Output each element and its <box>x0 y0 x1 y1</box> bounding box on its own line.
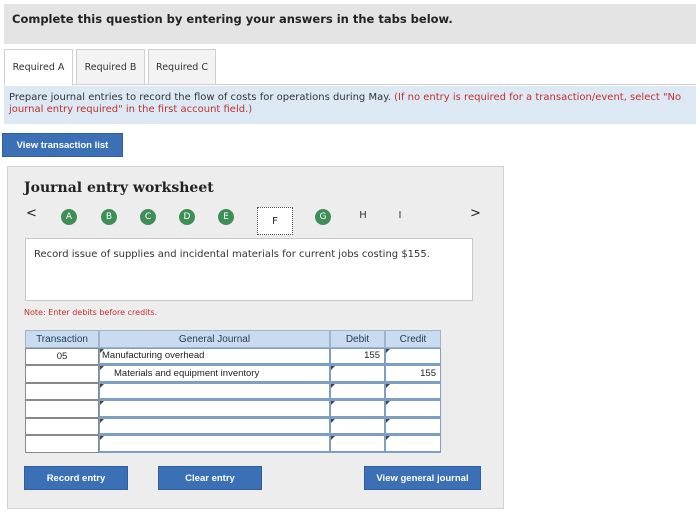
instructions-text: Prepare journal entries to record the fl… <box>9 92 693 116</box>
clear-entry-button[interactable]: Clear entry <box>158 466 262 490</box>
header-general-journal: General Journal <box>99 330 330 348</box>
instructions-main: Prepare journal entries to record the fl… <box>9 92 391 103</box>
row-4-transaction <box>25 400 99 418</box>
row-1-credit-input[interactable] <box>385 348 441 365</box>
row-2-account-select[interactable]: Materials and equipment inventory <box>99 365 330 383</box>
step-b[interactable]: B <box>101 209 117 225</box>
step-c[interactable]: C <box>140 209 156 225</box>
step-h[interactable]: H <box>357 210 369 221</box>
tab-required-b[interactable]: Required B <box>76 49 145 85</box>
row-1-transaction: 05 <box>25 348 99 365</box>
row-3-debit-input[interactable] <box>330 383 385 400</box>
row-3-account-select[interactable] <box>99 383 330 400</box>
record-entry-button[interactable]: Record entry <box>24 466 128 490</box>
step-d[interactable]: D <box>179 209 195 225</box>
row-2-transaction <box>25 365 99 383</box>
row-6-debit-input[interactable] <box>330 435 385 453</box>
row-5-account-select[interactable] <box>99 418 330 435</box>
transaction-description-box <box>25 238 473 301</box>
header-debit: Debit <box>330 330 385 348</box>
chevron-right-icon[interactable]: > <box>470 206 481 221</box>
row-5-debit-input[interactable] <box>330 418 385 435</box>
row-3-credit-input[interactable] <box>385 383 441 400</box>
row-4-account-select[interactable] <box>99 400 330 418</box>
row-1-account-select[interactable]: Manufacturing overhead <box>99 348 330 365</box>
debits-credits-note: Note: Enter debits before credits. <box>24 308 158 317</box>
transaction-description: Record issue of supplies and incidental … <box>34 249 430 260</box>
row-4-debit-input[interactable] <box>330 400 385 418</box>
row-6-transaction <box>25 435 99 453</box>
row-5-transaction <box>25 418 99 435</box>
row-5-credit-input[interactable] <box>385 418 441 435</box>
tab-required-c[interactable]: Required C <box>148 49 216 85</box>
view-transaction-list-button[interactable]: View transaction list <box>2 133 123 157</box>
step-g[interactable]: G <box>315 209 331 225</box>
row-1-debit-input[interactable]: 155 <box>330 348 385 365</box>
view-general-journal-button[interactable]: View general journal <box>364 466 481 490</box>
chevron-left-icon[interactable]: < <box>26 206 37 221</box>
row-2-debit-input[interactable] <box>330 365 385 383</box>
step-i[interactable]: I <box>394 210 406 221</box>
row-6-credit-input[interactable] <box>385 435 441 453</box>
question-header-text: Complete this question by entering your … <box>12 12 453 26</box>
header-credit: Credit <box>385 330 441 348</box>
step-a[interactable]: A <box>61 209 77 225</box>
row-6-account-select[interactable] <box>99 435 330 453</box>
header-transaction: Transaction <box>25 330 99 348</box>
row-2-credit-input[interactable]: 155 <box>385 365 441 383</box>
step-e[interactable]: E <box>218 209 234 225</box>
step-f-selected[interactable]: F <box>257 207 293 235</box>
tab-required-a[interactable]: Required A <box>4 49 73 86</box>
worksheet-title: Journal entry worksheet <box>24 180 214 196</box>
row-3-transaction <box>25 383 99 400</box>
row-4-credit-input[interactable] <box>385 400 441 418</box>
